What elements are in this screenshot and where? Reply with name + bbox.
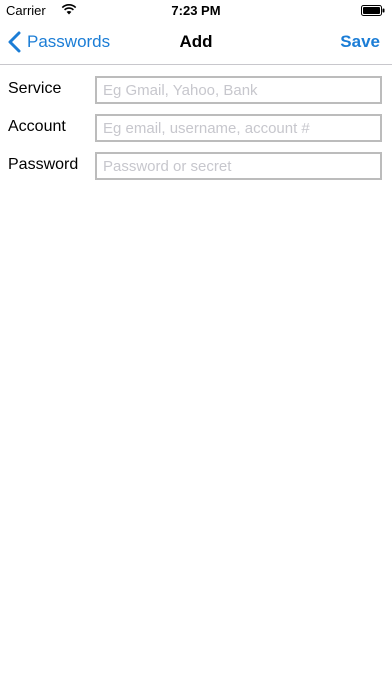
navigation-bar: Passwords Add Save — [0, 20, 392, 65]
add-password-form: Service Account Password — [0, 74, 392, 188]
account-input[interactable] — [95, 114, 382, 142]
service-input[interactable] — [95, 76, 382, 104]
password-row: Password — [0, 150, 392, 188]
battery-icon — [361, 5, 385, 16]
back-button[interactable]: Passwords — [8, 20, 110, 64]
back-button-label: Passwords — [27, 32, 111, 51]
account-label: Account — [8, 118, 66, 135]
service-row: Service — [0, 74, 392, 112]
status-time: 7:23 PM — [171, 3, 221, 18]
save-button[interactable]: Save — [340, 20, 380, 64]
status-bar: Carrier 7:23 PM — [0, 0, 392, 20]
service-label: Service — [8, 80, 62, 97]
chevron-left-icon — [8, 31, 21, 53]
account-row: Account — [0, 112, 392, 150]
add-password-screen: Carrier 7:23 PM Passwords Add Save Servi… — [0, 0, 392, 696]
password-label: Password — [8, 156, 79, 173]
password-input[interactable] — [95, 152, 382, 180]
